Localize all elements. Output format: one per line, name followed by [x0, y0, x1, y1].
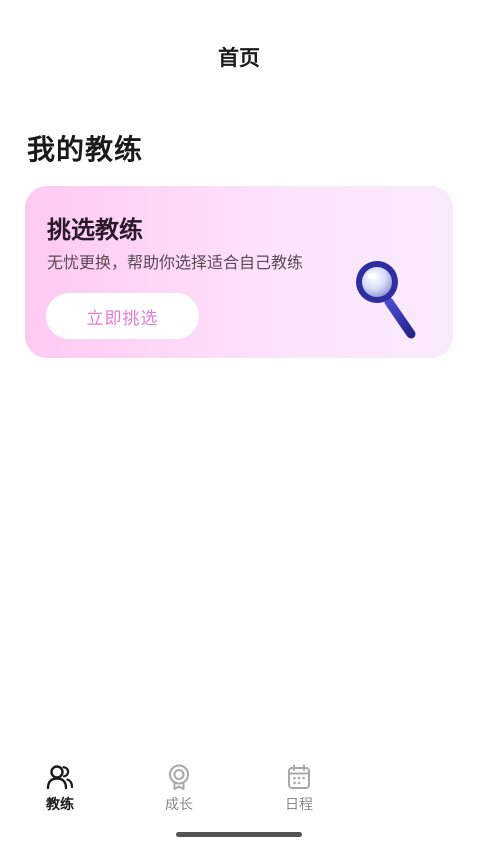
calendar-icon [288, 764, 310, 789]
navigation-bar: 首页 [0, 0, 478, 110]
card-title: 挑选教练 [47, 216, 143, 244]
tab-label: 教练 [46, 797, 74, 813]
tab-schedule[interactable]: 日程 [254, 764, 344, 820]
magnifier-icon [356, 261, 416, 339]
tab-label: 日程 [285, 797, 313, 813]
people-icon [46, 765, 74, 790]
medal-icon [169, 764, 189, 790]
pick-coach-card[interactable]: 挑选教练 无忧更换，帮助你选择适合自己教练 立即挑选 [25, 186, 453, 358]
tab-growth[interactable]: 成长 [134, 764, 224, 820]
home-indicator[interactable] [176, 832, 302, 837]
section-title: 我的教练 [27, 133, 144, 166]
card-subtitle: 无忧更换，帮助你选择适合自己教练 [47, 253, 304, 272]
pick-now-button[interactable]: 立即挑选 [46, 293, 199, 339]
tab-coach[interactable]: 教练 [15, 764, 105, 820]
page-title: 首页 [218, 46, 260, 70]
tab-label: 成长 [165, 797, 193, 813]
